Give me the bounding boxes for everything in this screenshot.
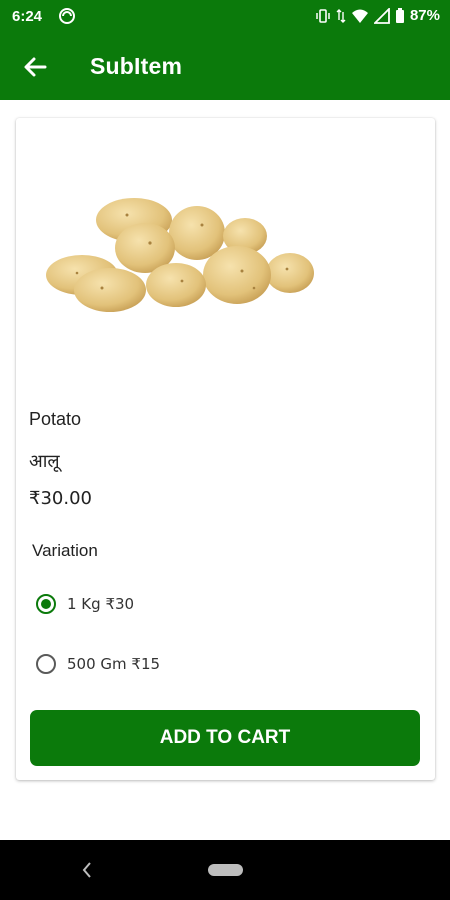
battery-icon [395, 7, 405, 24]
wifi-icon [351, 8, 369, 24]
data-arrows-icon [336, 8, 346, 24]
page-title: SubItem [90, 53, 183, 79]
product-name: Potato [29, 409, 82, 429]
navigation-bar [0, 840, 450, 900]
potato-image [32, 193, 322, 318]
variation-option-1kg[interactable]: 1 Kg ₹30 [36, 594, 134, 614]
product-name-hindi: आलू [29, 451, 60, 472]
nav-back-icon[interactable] [80, 860, 94, 880]
variation-label: Variation [32, 541, 98, 560]
battery-percent: 87% [409, 7, 440, 24]
status-bar: 6:24 87% [0, 0, 450, 32]
product-card: Potato आलू ₹30.00 Variation 1 Kg ₹30 500… [16, 118, 435, 780]
signal-icon [373, 7, 390, 24]
radio-button[interactable] [36, 654, 56, 674]
variation-option-label: 500 Gm ₹15 [67, 655, 161, 673]
app-bar: SubItem [0, 32, 450, 100]
variation-option-label: 1 Kg ₹30 [67, 595, 135, 613]
variation-option-500gm[interactable]: 500 Gm ₹15 [36, 654, 160, 674]
back-arrow-icon[interactable] [20, 52, 50, 82]
status-icons: 87% [315, 7, 440, 24]
notification-icon [58, 7, 76, 25]
add-to-cart-button[interactable]: ADD TO CART [30, 710, 420, 766]
nav-home-pill[interactable] [208, 864, 243, 876]
radio-button-selected[interactable] [36, 594, 56, 614]
status-time: 6:24 [12, 8, 43, 25]
vibrate-icon [315, 8, 331, 24]
product-price: ₹30.00 [29, 488, 92, 509]
